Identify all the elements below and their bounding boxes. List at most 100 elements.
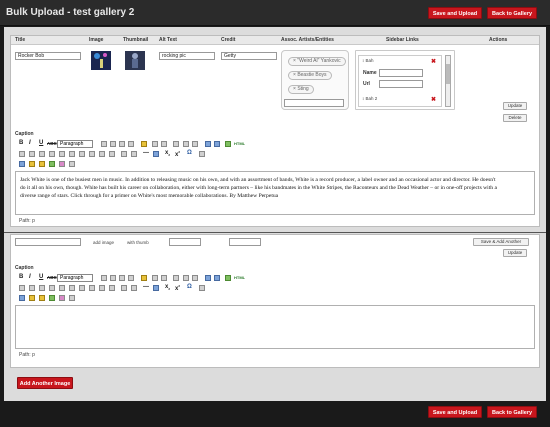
bold-button[interactable]: B <box>19 140 23 146</box>
caption-editor[interactable]: Jack White is one of the busiest men in … <box>15 171 535 215</box>
cleanup-icon[interactable] <box>225 275 231 281</box>
redo-icon[interactable] <box>192 141 198 147</box>
back-to-gallery-button[interactable]: Back to Gallery <box>487 406 537 418</box>
remove-tag-icon[interactable]: × <box>293 72 296 78</box>
align-right-icon[interactable] <box>119 141 125 147</box>
insert-row-icon[interactable] <box>59 151 65 157</box>
add-another-image-button[interactable]: Add Another Image <box>17 377 73 389</box>
link-icon[interactable] <box>205 141 211 147</box>
back-to-gallery-button[interactable]: Back to Gallery <box>487 7 537 19</box>
tag-chip[interactable]: × Beastie Boys <box>288 71 332 80</box>
cell-props-icon[interactable] <box>49 285 55 291</box>
remove-format-icon[interactable] <box>153 151 159 157</box>
bold-button[interactable]: B <box>19 274 23 280</box>
link-url-input[interactable] <box>379 80 423 88</box>
format-select[interactable]: Paragraph <box>57 140 93 148</box>
link-icon[interactable] <box>205 275 211 281</box>
with-thumb-link[interactable]: with thumb <box>127 240 149 245</box>
credit-input[interactable] <box>229 238 261 246</box>
underline-button[interactable]: U <box>39 140 43 146</box>
merge-cells-icon[interactable] <box>109 151 115 157</box>
strike-button[interactable]: ABC <box>47 275 57 280</box>
style-icon[interactable] <box>59 161 65 167</box>
redo-icon[interactable] <box>192 275 198 281</box>
link-item[interactable]: ↕ Bah <box>362 58 374 63</box>
scroll-thumb[interactable] <box>446 64 450 84</box>
cell-props-icon[interactable] <box>49 151 55 157</box>
align-left-icon[interactable] <box>101 275 107 281</box>
paste-icon[interactable] <box>141 275 147 281</box>
row-props-icon[interactable] <box>39 151 45 157</box>
fullscreen-icon[interactable] <box>199 151 205 157</box>
merge-cells-icon[interactable] <box>109 285 115 291</box>
visual-aid-icon[interactable] <box>121 151 127 157</box>
add-image-link[interactable]: add image <box>93 240 114 245</box>
edit-icon[interactable] <box>19 285 25 291</box>
align-center-icon[interactable] <box>110 141 116 147</box>
delete-col-icon[interactable] <box>89 151 95 157</box>
remove-link-icon[interactable]: ✖ <box>431 96 436 103</box>
anchor-icon[interactable] <box>131 285 137 291</box>
save-add-another-button[interactable]: Save & Add Another <box>473 238 529 246</box>
alt-text-input[interactable] <box>169 238 201 246</box>
anchor-icon[interactable] <box>131 151 137 157</box>
underline-button[interactable]: U <box>39 274 43 280</box>
image-icon[interactable] <box>19 295 25 301</box>
justify-icon[interactable] <box>128 141 134 147</box>
superscript-button[interactable]: x2 <box>175 284 180 292</box>
justify-icon[interactable] <box>128 275 134 281</box>
delete-col-icon[interactable] <box>89 285 95 291</box>
table-icon[interactable] <box>29 285 35 291</box>
charmap-button[interactable]: Ω <box>187 284 192 290</box>
template-icon[interactable] <box>49 161 55 167</box>
split-cells-icon[interactable] <box>99 151 105 157</box>
row-props-icon[interactable] <box>39 285 45 291</box>
insert-col-icon[interactable] <box>79 151 85 157</box>
media-icon[interactable] <box>29 161 35 167</box>
attribs-icon[interactable] <box>69 295 75 301</box>
remove-link-icon[interactable]: ✖ <box>431 58 436 65</box>
italic-button[interactable]: I <box>29 140 31 146</box>
media-icon[interactable] <box>29 295 35 301</box>
cleanup-icon[interactable] <box>225 141 231 147</box>
subscript-button[interactable]: x2 <box>165 284 170 291</box>
unlink-icon[interactable] <box>214 141 220 147</box>
attribs-icon[interactable] <box>69 161 75 167</box>
italic-button[interactable]: I <box>29 274 31 280</box>
tag-input[interactable] <box>284 99 344 107</box>
delete-button[interactable]: Delete <box>503 114 527 122</box>
edit-icon[interactable] <box>19 151 25 157</box>
undo-icon[interactable] <box>183 141 189 147</box>
html-button[interactable]: HTML <box>234 141 245 146</box>
caption-editor[interactable] <box>15 305 535 349</box>
blockquote-icon[interactable] <box>173 275 179 281</box>
bullet-list-icon[interactable] <box>152 275 158 281</box>
delete-row-icon[interactable] <box>69 285 75 291</box>
tag-chip[interactable]: × "Weird Al" Yankovic <box>288 57 346 66</box>
split-cells-icon[interactable] <box>99 285 105 291</box>
credit-input[interactable]: Getty <box>221 52 277 60</box>
format-select[interactable]: Paragraph <box>57 274 93 282</box>
number-list-icon[interactable] <box>161 141 167 147</box>
align-right-icon[interactable] <box>119 275 125 281</box>
remove-format-icon[interactable] <box>153 285 159 291</box>
save-and-upload-button[interactable]: Save and Upload <box>428 406 482 418</box>
hr-button[interactable]: — <box>143 284 149 290</box>
alt-text-input[interactable]: rocking pic <box>159 52 215 60</box>
visual-aid-icon[interactable] <box>121 285 127 291</box>
link-item[interactable]: ↕ Bah 2 <box>362 96 377 101</box>
template-icon[interactable] <box>49 295 55 301</box>
remove-tag-icon[interactable]: × <box>293 58 296 64</box>
link-name-input[interactable] <box>379 69 423 77</box>
style-icon[interactable] <box>59 295 65 301</box>
subscript-button[interactable]: x2 <box>165 150 170 157</box>
title-input[interactable]: Rocker Bob <box>15 52 81 60</box>
html-button[interactable]: HTML <box>234 275 245 280</box>
update-button[interactable]: Update <box>503 102 527 110</box>
align-center-icon[interactable] <box>110 275 116 281</box>
insert-row-icon[interactable] <box>59 285 65 291</box>
title-input[interactable] <box>15 238 81 246</box>
insert-col-icon[interactable] <box>79 285 85 291</box>
number-list-icon[interactable] <box>161 275 167 281</box>
undo-icon[interactable] <box>183 275 189 281</box>
